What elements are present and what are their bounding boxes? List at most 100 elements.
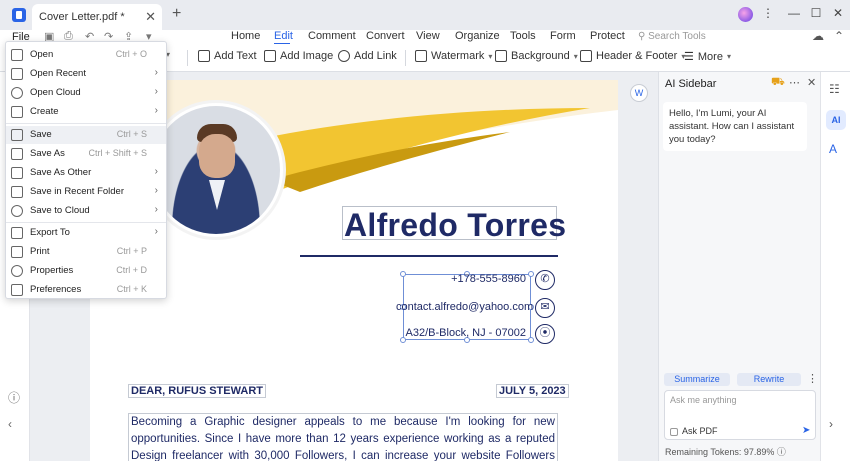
menu-item-label: Save in Recent Folder xyxy=(30,186,124,197)
ai-chat-placeholder: Ask me anything xyxy=(670,395,737,405)
help-icon[interactable]: ⓘ xyxy=(8,389,20,406)
header-footer-button[interactable]: Header & Footer ▾ xyxy=(580,50,685,62)
watermark-label: Watermark xyxy=(431,50,485,62)
cloud-icon xyxy=(11,87,23,99)
resize-handle[interactable] xyxy=(528,271,534,277)
document-tab[interactable]: Cover Letter.pdf * ✕ xyxy=(32,4,162,30)
more-options-icon[interactable]: ⋮ xyxy=(760,6,776,20)
chevron-right-icon: › xyxy=(154,185,158,196)
menu-item-save-to-cloud[interactable]: Save to Cloud › xyxy=(6,202,166,220)
menu-item-save-as[interactable]: Save As Ctrl + Shift + S xyxy=(6,145,166,163)
menu-item-shortcut: Ctrl + O xyxy=(115,49,147,59)
user-avatar[interactable] xyxy=(738,7,753,22)
search-tools-input[interactable]: ⚲ Search Tools xyxy=(638,31,706,42)
body-paragraph[interactable]: Becoming a Graphic designer appeals to m… xyxy=(128,413,558,461)
add-image-button[interactable]: Add Image xyxy=(264,50,333,62)
chevron-right-icon: › xyxy=(154,105,158,116)
menu-item-shortcut: Ctrl + S xyxy=(116,129,147,139)
add-image-label: Add Image xyxy=(280,50,334,62)
save-as-other-icon xyxy=(11,167,23,179)
close-sidebar-icon[interactable]: ✕ xyxy=(807,76,816,89)
resize-handle[interactable] xyxy=(528,337,534,343)
candidate-name[interactable]: Alfredo Torres xyxy=(344,207,566,244)
phone-text[interactable]: +178-555-8960 xyxy=(426,273,526,285)
summarize-button[interactable]: Summarize xyxy=(664,373,730,386)
tab-tools[interactable]: Tools xyxy=(510,30,536,42)
chevron-right-icon: › xyxy=(154,166,158,177)
watermark-button[interactable]: Watermark ▾ xyxy=(415,50,492,62)
menu-item-open-recent[interactable]: Open Recent › xyxy=(6,65,166,83)
menu-item-export-to[interactable]: Export To › xyxy=(6,224,166,242)
tab-convert[interactable]: Convert xyxy=(366,30,405,42)
add-text-button[interactable]: Add Text xyxy=(198,50,257,62)
ask-pdf-checkbox[interactable] xyxy=(670,428,678,436)
menu-item-label: Save to Cloud xyxy=(30,205,90,216)
translate-icon[interactable]: A xyxy=(829,142,837,156)
document-tab-title: Cover Letter.pdf * xyxy=(39,11,125,23)
right-panel-rail: ☷ AI A › xyxy=(820,72,850,461)
cloud-upload-icon xyxy=(11,205,23,217)
more-button[interactable]: ☰ More ▾ xyxy=(684,50,731,64)
tab-view[interactable]: View xyxy=(416,30,440,42)
menu-item-preferences[interactable]: Preferences Ctrl + K xyxy=(6,281,166,299)
email-text[interactable]: contact.alfredo@yahoo.com xyxy=(396,301,533,313)
export-icon xyxy=(11,227,23,239)
chevron-down-icon: ▾ xyxy=(726,52,731,61)
chevron-right-icon: › xyxy=(154,226,158,237)
ask-pdf-label: Ask PDF xyxy=(682,426,718,436)
text-box-icon xyxy=(198,50,210,62)
rewrite-button[interactable]: Rewrite xyxy=(737,373,801,386)
tab-organize[interactable]: Organize xyxy=(455,30,500,42)
more-actions-icon[interactable]: ⋮ xyxy=(807,372,818,385)
folder-icon xyxy=(11,186,23,198)
minimize-icon[interactable]: — xyxy=(786,6,802,20)
save-as-icon xyxy=(11,148,23,160)
open-icon xyxy=(11,49,23,61)
tab-protect[interactable]: Protect xyxy=(590,30,625,42)
menu-item-open-cloud[interactable]: Open Cloud › xyxy=(6,84,166,102)
send-icon[interactable]: ➤ xyxy=(802,425,810,436)
ai-chat-input[interactable]: Ask me anything Ask PDF ➤ xyxy=(664,390,816,440)
maximize-icon[interactable]: ☐ xyxy=(808,6,824,20)
menu-item-label: Export To xyxy=(30,227,70,238)
tab-comment[interactable]: Comment xyxy=(308,30,356,42)
menu-item-print[interactable]: Print Ctrl + P xyxy=(6,243,166,261)
more-options-icon[interactable]: ⋯ xyxy=(789,76,800,89)
toolbar-divider xyxy=(187,50,188,66)
menu-item-label: Open Recent xyxy=(30,68,86,79)
ai-sidebar-toggle-icon[interactable]: AI xyxy=(826,110,846,130)
menu-item-open[interactable]: Open Ctrl + O xyxy=(6,46,166,64)
date-text[interactable]: JULY 5, 2023 xyxy=(496,384,569,398)
add-link-button[interactable]: Add Link xyxy=(338,50,397,62)
word-convert-icon[interactable]: W xyxy=(630,84,648,102)
menu-item-label: Properties xyxy=(30,265,74,276)
menu-item-save-as-other[interactable]: Save As Other › xyxy=(6,164,166,182)
address-text[interactable]: A32/B-Block, NJ - 07002 xyxy=(396,327,526,339)
ai-sidebar-title: AI Sidebar xyxy=(665,78,717,90)
collapse-right-icon[interactable]: › xyxy=(829,417,833,431)
menu-item-save[interactable]: Save Ctrl + S xyxy=(6,126,166,144)
menu-item-create[interactable]: Create › xyxy=(6,103,166,121)
menu-divider xyxy=(6,222,166,223)
info-icon[interactable]: ⓘ xyxy=(777,447,786,457)
tab-edit[interactable]: Edit xyxy=(274,30,293,42)
adjust-settings-icon[interactable]: ☷ xyxy=(829,82,840,96)
background-button[interactable]: Background ▾ xyxy=(495,50,578,62)
collapse-left-icon[interactable]: ‹ xyxy=(8,417,12,431)
close-window-icon[interactable]: ✕ xyxy=(830,6,846,20)
menu-item-save-recent-folder[interactable]: Save in Recent Folder › xyxy=(6,183,166,201)
close-tab-icon[interactable]: ✕ xyxy=(145,9,156,25)
remaining-tokens-text: Remaining Tokens: 97.89% xyxy=(665,447,775,457)
phone-icon: ✆ xyxy=(535,270,555,290)
menu-item-properties[interactable]: Properties Ctrl + D xyxy=(6,262,166,280)
tab-home[interactable]: Home xyxy=(231,30,260,42)
salutation-text[interactable]: DEAR, RUFUS STEWART xyxy=(128,384,266,398)
menu-item-shortcut: Ctrl + Shift + S xyxy=(88,148,147,158)
collapse-ribbon-icon[interactable]: ⌃ xyxy=(834,29,844,43)
new-tab-icon[interactable]: + xyxy=(172,5,181,23)
tab-form[interactable]: Form xyxy=(550,30,576,42)
menu-item-label: Save As xyxy=(30,148,65,159)
cloud-upload-icon[interactable]: ☁ xyxy=(812,29,824,43)
resize-handle[interactable] xyxy=(400,271,406,277)
cart-icon[interactable]: ⛟ xyxy=(771,76,785,90)
